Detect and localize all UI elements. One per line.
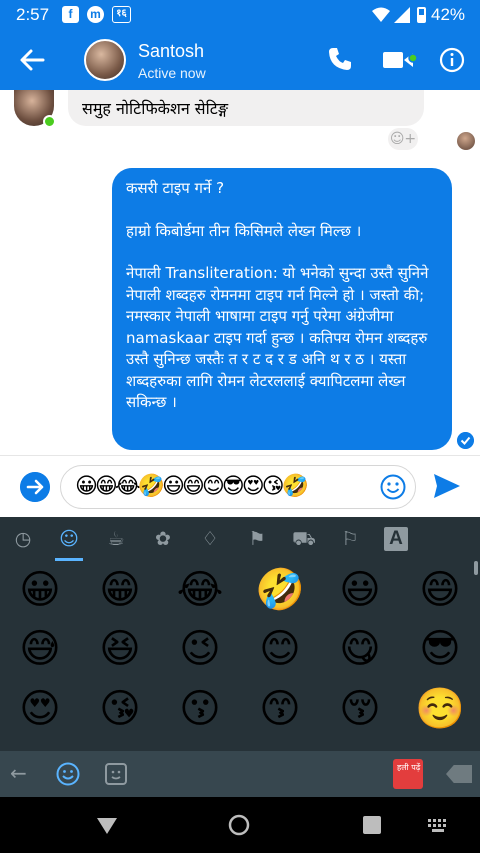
objects-icon[interactable]: ♢ (198, 527, 222, 551)
delete-icon[interactable] (446, 765, 472, 783)
keyboard-extension-button[interactable]: हली पढ़ें (393, 759, 423, 789)
nav-back-icon[interactable] (96, 817, 118, 835)
battery-icon (417, 7, 426, 23)
emoji-key[interactable]: 😅 (12, 621, 68, 677)
emoji-key[interactable]: 😀 (12, 562, 68, 618)
emoji-grid: 😀 😁 😂 🤣 😃 😄 😅 😆 😉 😊 😋 😎 😍 😘 😗 😙 😚 ☺️ (0, 561, 480, 751)
status-time: 2:57 (16, 5, 50, 24)
message-composer: 😀😁😂🤣😃😄😊😎😍😘🤣 (0, 455, 480, 517)
places-icon[interactable]: ⚑ (245, 527, 269, 551)
expand-arrow-icon[interactable] (20, 472, 50, 502)
emoji-key[interactable]: 😘 (92, 681, 148, 737)
incoming-message[interactable]: समुह नोटिफिकेशन सेटिङ्ग (68, 90, 424, 126)
symbols-icon[interactable]: A (384, 527, 408, 551)
emoji-key[interactable]: 😉 (172, 621, 228, 677)
flags-icon[interactable]: ⚐ (338, 527, 362, 551)
signal-icon (394, 7, 410, 23)
emoji-key[interactable]: 😄 (412, 562, 468, 618)
wifi-icon (372, 7, 390, 22)
emoji-key[interactable]: 😚 (332, 681, 388, 737)
read-receipt-avatar (457, 132, 475, 150)
message-line: नेपाली Transliteration: यो भनेको सुन्दा … (126, 264, 429, 411)
sender-avatar[interactable] (14, 90, 56, 128)
outgoing-message[interactable]: कसरी टाइप गर्ने ? हाम्रो किबोर्डमा तीन क… (112, 168, 452, 450)
send-icon[interactable] (433, 473, 461, 499)
message-thread[interactable]: समुह नोटिफिकेशन सेटिङ्ग ☺+ कसरी टाइप गर्… (0, 90, 480, 455)
sticker-icon[interactable] (104, 762, 128, 786)
emoji-picker-icon[interactable] (380, 474, 406, 500)
emoji-scrollbar[interactable] (474, 561, 478, 575)
emoji-key[interactable]: 😍 (12, 681, 68, 737)
back-arrow-icon[interactable] (18, 46, 46, 74)
nature-icon[interactable]: ✿ (151, 527, 175, 551)
message-line: कसरी टाइप गर्ने ? (126, 179, 225, 197)
phone-icon[interactable] (327, 46, 353, 72)
travel-icon[interactable]: ⛟ (292, 527, 316, 551)
message-line: हाम्रो किबोर्डमा तीन किसिमले लेख्न मिल्छ… (126, 221, 362, 240)
emoji-key[interactable]: 😂 (172, 562, 228, 618)
emoji-key[interactable]: 😎 (412, 621, 468, 677)
messenger-icon: m (87, 6, 104, 23)
video-call-icon[interactable] (383, 50, 417, 70)
system-nav-bar (0, 797, 480, 853)
info-icon[interactable] (439, 47, 465, 73)
presence-status: Active now (138, 65, 206, 81)
reaction-icon[interactable]: ☺+ (388, 128, 418, 150)
conversation-header: Santosh Active now (0, 30, 480, 90)
emoji-key[interactable]: 🤣 (252, 562, 308, 618)
recent-icon[interactable]: ◷ (11, 527, 35, 551)
status-bar: 2:57 f m १६ 42% (0, 0, 480, 30)
emoji-tab-icon[interactable] (56, 762, 80, 786)
keyboard-switch-icon[interactable] (428, 819, 448, 833)
emoji-key[interactable]: 😋 (332, 621, 388, 677)
emoji-key[interactable]: 😊 (252, 621, 308, 677)
back-to-keyboard-icon[interactable]: ← (10, 761, 27, 785)
food-icon[interactable]: ☕ (104, 527, 128, 551)
emoji-key[interactable]: ☺️ (412, 681, 468, 737)
battery-level: 42% (431, 5, 466, 24)
contact-name[interactable]: Santosh (138, 41, 204, 62)
emoji-key[interactable]: 😃 (332, 562, 388, 618)
emoji-key[interactable]: 😙 (252, 681, 308, 737)
contact-avatar[interactable] (84, 39, 126, 81)
nav-home-icon[interactable] (228, 814, 250, 836)
emoji-key[interactable]: 😁 (92, 562, 148, 618)
delivered-check-icon (457, 432, 474, 449)
emoji-category-bar: ◷ ☺ ☕ ✿ ♢ ⚑ ⛟ ⚐ A (0, 517, 480, 561)
emoji-key[interactable]: 😆 (92, 621, 148, 677)
emoji-key[interactable]: 😗 (172, 681, 228, 737)
smiley-icon[interactable]: ☺ (57, 527, 81, 551)
notification-icon: १६ (112, 6, 131, 23)
message-input[interactable]: 😀😁😂🤣😃😄😊😎😍😘🤣 (60, 465, 416, 509)
facebook-icon: f (62, 6, 79, 23)
nav-recents-icon[interactable] (363, 816, 381, 834)
keyboard-bottom-row: ← हली पढ़ें (0, 751, 480, 797)
online-indicator (43, 115, 56, 128)
